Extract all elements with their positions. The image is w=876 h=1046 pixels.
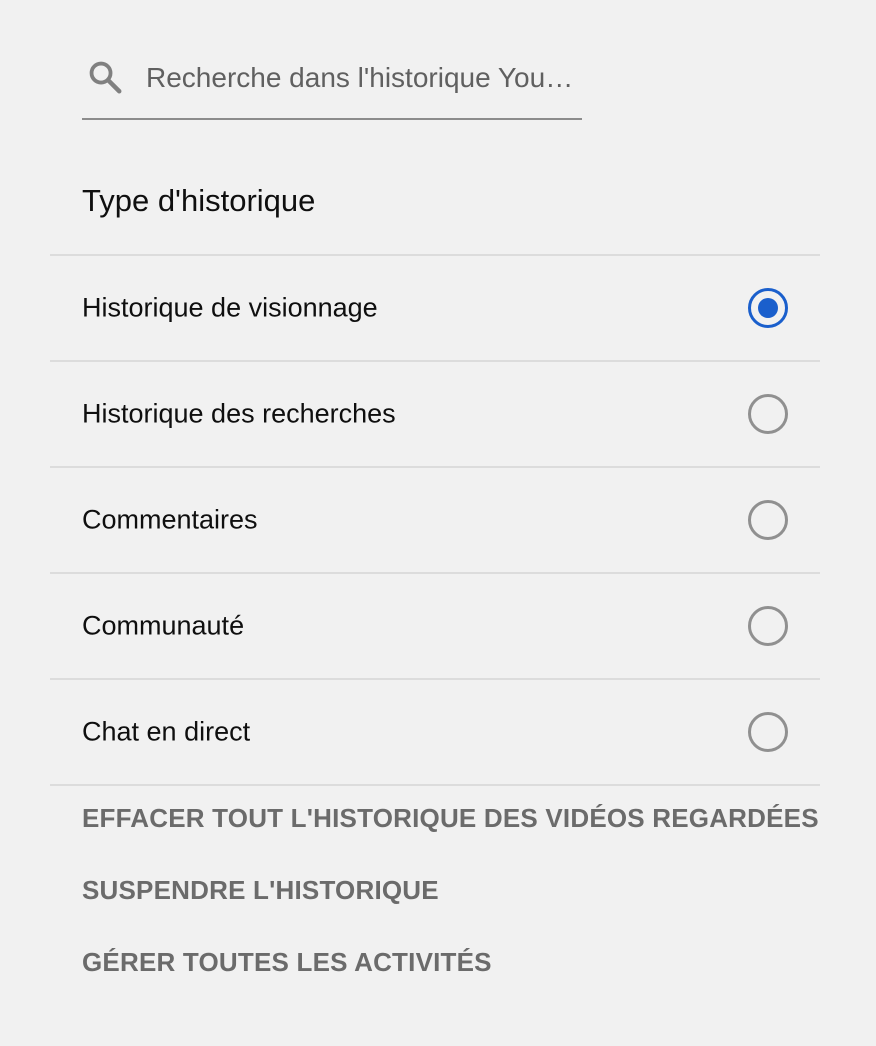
history-panel: Type d'historique Historique de visionna… (50, 0, 820, 977)
option-live-chat[interactable]: Chat en direct (50, 680, 820, 786)
history-type-options: Historique de visionnage Historique des … (50, 254, 820, 786)
radio-button[interactable] (748, 712, 788, 752)
radio-button[interactable] (748, 500, 788, 540)
option-label: Historique de visionnage (82, 292, 378, 323)
history-type-title: Type d'historique (82, 183, 316, 218)
option-label: Chat en direct (82, 716, 251, 747)
option-label: Communauté (82, 610, 245, 641)
pause-history-button[interactable]: SUSPENDRE L'HISTORIQUE (82, 872, 819, 908)
clear-all-history-button[interactable]: EFFACER TOUT L'HISTORIQUE DES VIDÉOS REG… (82, 800, 819, 836)
option-watch-history[interactable]: Historique de visionnage (50, 256, 820, 362)
search-icon[interactable] (86, 58, 124, 96)
manage-all-activity-button[interactable]: GÉRER TOUTES LES ACTIVITÉS (82, 944, 819, 980)
option-community[interactable]: Communauté (50, 574, 820, 680)
radio-button[interactable] (748, 606, 788, 646)
option-search-history[interactable]: Historique des recherches (50, 362, 820, 468)
search-input[interactable] (146, 58, 578, 98)
radio-button[interactable] (748, 394, 788, 434)
radio-button-selected[interactable] (748, 288, 788, 328)
option-label: Historique des recherches (82, 398, 396, 429)
option-comments[interactable]: Commentaires (50, 468, 820, 574)
history-actions: EFFACER TOUT L'HISTORIQUE DES VIDÉOS REG… (82, 800, 819, 1016)
option-label: Commentaires (82, 504, 258, 535)
search-bar (82, 0, 582, 120)
